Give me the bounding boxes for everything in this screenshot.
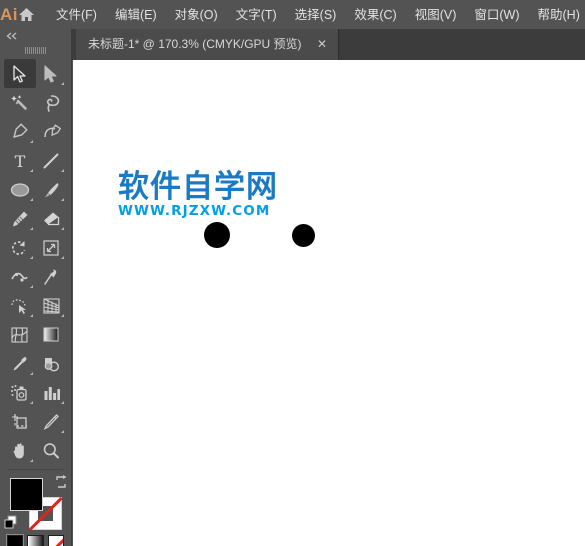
symbol-sprayer-tool[interactable] <box>4 378 36 407</box>
artboard-tool[interactable] <box>4 407 36 436</box>
column-graph-tool[interactable] <box>36 378 68 407</box>
menu-select[interactable]: 选择(S) <box>286 3 346 27</box>
blend-tool[interactable] <box>36 349 68 378</box>
tools-panel: T <box>0 29 72 546</box>
ellipse-tool[interactable] <box>4 175 36 204</box>
watermark-url: WWW.RJZXW.COM <box>118 203 271 219</box>
eraser-tool[interactable] <box>36 204 68 233</box>
curvature-tool[interactable] <box>36 117 68 146</box>
flyout-corner-icon <box>61 227 64 230</box>
home-icon[interactable] <box>18 7 35 22</box>
fill-swatch[interactable] <box>10 478 43 511</box>
app-logo: Ai <box>0 5 18 24</box>
menu-help[interactable]: 帮助(H) <box>529 3 585 27</box>
hand-tool[interactable] <box>4 436 36 465</box>
flyout-corner-icon <box>29 198 33 201</box>
gradient-tool[interactable] <box>36 320 68 349</box>
mesh-tool[interactable] <box>4 320 36 349</box>
black-circle-large[interactable] <box>204 222 230 248</box>
pen-tool[interactable] <box>4 117 36 146</box>
document-tab[interactable]: 未标题-1* @ 170.3% (CMYK/GPU 预览) ✕ <box>76 29 339 60</box>
document-tab-title: 未标题-1* @ 170.3% (CMYK/GPU 预览) <box>88 37 302 51</box>
flyout-corner-icon <box>29 459 33 462</box>
flyout-corner-icon <box>29 314 33 317</box>
flyout-corner-icon <box>61 314 64 317</box>
flyout-corner-icon <box>61 256 64 259</box>
tool-grid: T <box>0 58 71 465</box>
svg-text:T: T <box>14 152 25 170</box>
menu-item-list: 文件(F) 编辑(E) 对象(O) 文字(T) 选择(S) 效果(C) 视图(V… <box>47 3 585 27</box>
close-icon[interactable]: ✕ <box>316 38 329 51</box>
scale-tool[interactable] <box>36 233 68 262</box>
perspective-grid-tool[interactable] <box>36 291 68 320</box>
width-tool[interactable] <box>4 262 36 291</box>
menu-window[interactable]: 窗口(W) <box>465 3 528 27</box>
double-chevron-left-icon[interactable] <box>0 29 71 43</box>
free-transform-tool[interactable] <box>36 262 68 291</box>
shaper-tool[interactable] <box>4 204 36 233</box>
flyout-corner-icon <box>29 227 33 230</box>
flyout-corner-icon <box>61 401 64 404</box>
magic-wand-tool[interactable] <box>4 88 36 117</box>
flyout-corner-icon <box>29 256 33 259</box>
default-fill-stroke-icon[interactable] <box>4 515 18 529</box>
panel-drag-grip[interactable] <box>0 43 71 58</box>
fill-stroke-control <box>0 473 72 531</box>
flyout-corner-icon <box>29 372 33 375</box>
watermark-title: 软件自学网 <box>118 169 278 205</box>
black-circle-small[interactable] <box>292 224 315 247</box>
paintbrush-tool[interactable] <box>36 175 68 204</box>
color-mode-swatches <box>0 531 71 546</box>
menu-effect[interactable]: 效果(C) <box>345 3 405 27</box>
menu-bar: Ai 文件(F) 编辑(E) 对象(O) 文字(T) 选择(S) 效果(C) 视… <box>0 0 585 29</box>
menu-edit[interactable]: 编辑(E) <box>106 3 166 27</box>
selection-tool[interactable] <box>4 59 36 88</box>
type-tool[interactable]: T <box>4 146 36 175</box>
shape-builder-tool[interactable] <box>4 291 36 320</box>
flyout-corner-icon <box>61 82 64 85</box>
zoom-tool[interactable] <box>36 436 68 465</box>
illustrator-window: Ai 文件(F) 编辑(E) 对象(O) 文字(T) 选择(S) 效果(C) 视… <box>0 0 585 546</box>
menu-file[interactable]: 文件(F) <box>47 3 106 27</box>
none-swatch[interactable] <box>47 535 64 546</box>
eyedropper-tool[interactable] <box>4 349 36 378</box>
menu-object[interactable]: 对象(O) <box>166 3 227 27</box>
watermark: 软件自学网 WWW.RJZXW.COM <box>118 170 278 219</box>
artboard-canvas[interactable]: 软件自学网 WWW.RJZXW.COM <box>73 60 585 546</box>
drag-grip-handle <box>25 47 46 54</box>
color-swatch[interactable] <box>5 534 25 546</box>
slice-tool[interactable] <box>36 407 68 436</box>
flyout-corner-icon <box>61 198 64 201</box>
menu-type[interactable]: 文字(T) <box>227 3 286 27</box>
swap-fill-stroke-icon[interactable] <box>54 475 68 489</box>
toolpanel-divider <box>8 469 63 470</box>
flyout-corner-icon <box>29 401 33 404</box>
flyout-corner-icon <box>61 430 64 433</box>
line-segment-tool[interactable] <box>36 146 68 175</box>
direct-selection-tool[interactable] <box>36 59 68 88</box>
document-tab-bar: 未标题-1* @ 170.3% (CMYK/GPU 预览) ✕ <box>0 29 585 60</box>
flyout-corner-icon <box>61 169 64 172</box>
rotate-tool[interactable] <box>4 233 36 262</box>
menu-view[interactable]: 视图(V) <box>406 3 466 27</box>
gradient-swatch[interactable] <box>27 535 44 546</box>
flyout-corner-icon <box>29 140 33 143</box>
flyout-corner-icon <box>29 169 33 172</box>
flyout-corner-icon <box>29 285 33 288</box>
lasso-tool[interactable] <box>36 88 68 117</box>
